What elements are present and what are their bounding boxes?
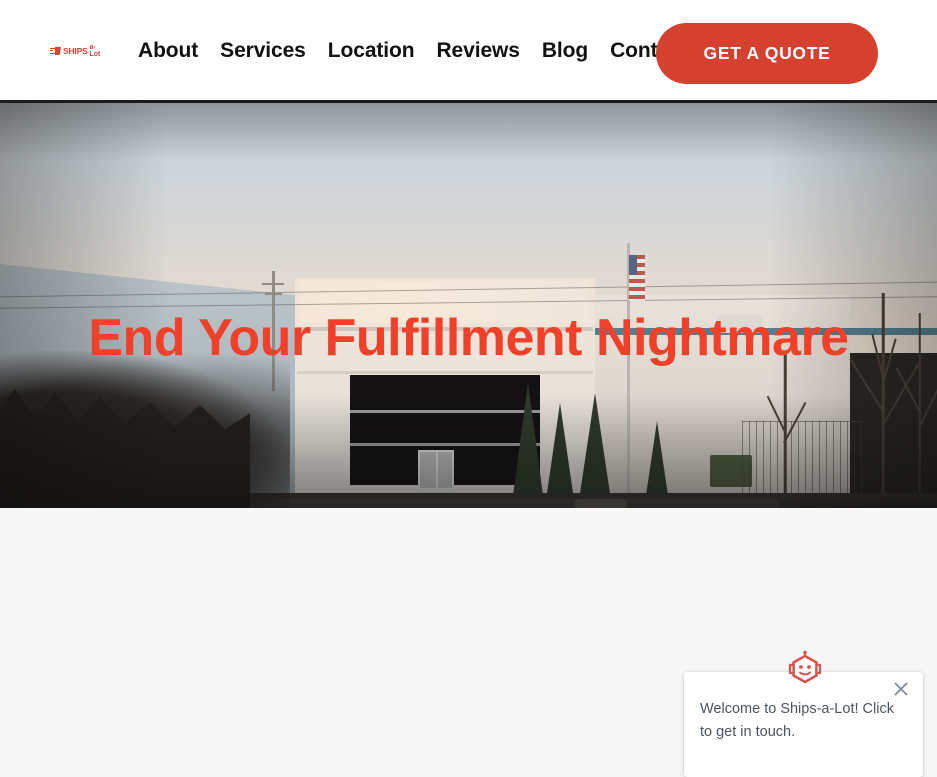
ships-a-lot-logo-icon xyxy=(50,47,61,56)
logo-text-alot: a-Lot xyxy=(89,44,101,58)
site-logo[interactable]: SHIPS a-Lot xyxy=(50,44,102,58)
chat-welcome-message: Welcome to Ships-a-Lot! Click to get in … xyxy=(700,701,894,741)
hero-section: End Your Fulfillment Nightmare xyxy=(0,103,937,508)
robot-face-icon[interactable] xyxy=(785,650,825,690)
chat-widget[interactable]: Welcome to Ships-a-Lot! Click to get in … xyxy=(684,650,923,777)
webpage-root: SHIPS a-Lot About Services Location Revi… xyxy=(0,0,937,777)
get-a-quote-button[interactable]: GET A QUOTE xyxy=(656,23,878,84)
nav-link-location[interactable]: Location xyxy=(317,40,426,61)
site-header: SHIPS a-Lot About Services Location Revi… xyxy=(0,0,937,103)
nav-link-blog[interactable]: Blog xyxy=(531,40,599,61)
hero-background-photo xyxy=(0,103,937,508)
nav-link-services[interactable]: Services xyxy=(209,40,317,61)
hero-title: End Your Fulfillment Nightmare xyxy=(88,309,849,367)
nav-link-about[interactable]: About xyxy=(127,40,209,61)
nav-link-reviews[interactable]: Reviews xyxy=(425,40,530,61)
logo-text-ships: SHIPS xyxy=(63,45,88,56)
main-navigation: About Services Location Reviews Blog Con… xyxy=(127,0,699,100)
